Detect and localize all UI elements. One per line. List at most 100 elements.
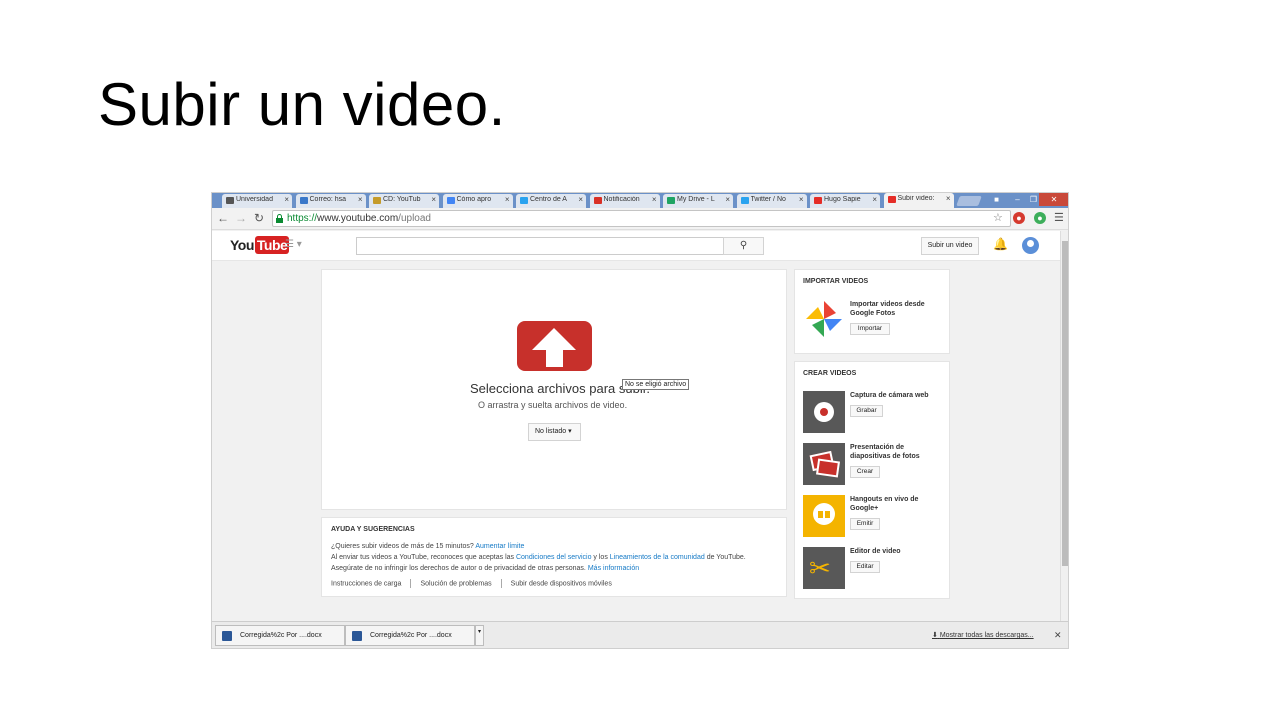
scissors-icon[interactable]: ✂ [803,547,845,589]
tab-close-icon[interactable]: × [358,195,363,204]
url-host: www.youtube.com [317,213,399,224]
tab-strip: Universidad × Correo: hsa × CD: YouTub × Cómo … [212,193,1068,208]
browser-tab[interactable]: Hugo Sapie × [810,194,880,208]
address-bar[interactable]: https://www.youtube.com/upload [272,210,1011,227]
record-button[interactable]: Grabar [850,405,883,417]
google-photos-icon [806,301,842,337]
profile-icon[interactable]: ■ [987,193,1006,206]
youtube-icon [887,196,896,203]
tab-close-icon[interactable]: × [725,195,730,204]
search-button[interactable]: ⚲ [723,237,764,255]
tab-close-icon[interactable]: × [799,195,804,204]
tab-label: My Drive - L [677,196,715,203]
browser-tab[interactable]: Correo: hsa × [295,194,366,208]
browser-tab[interactable]: Cómo apro × [442,194,513,208]
google-icon [446,197,455,204]
caret-down-icon: ▾ [568,428,572,435]
webcam-record-icon[interactable] [803,391,845,433]
import-videos-card: IMPORTAR VIDEOS Importar videos desde Go… [794,269,950,354]
window-close-button[interactable]: ✕ [1039,193,1068,206]
browser-tab[interactable]: Universidad × [222,194,292,208]
help-card: AYUDA Y SUGERENCIAS ¿Quieres subir video… [321,517,787,597]
browser-toolbar: ← → ↻ https://www.youtube.com/upload ☆ ●… [212,208,1068,230]
lock-icon [276,214,283,223]
guide-menu-icon[interactable]: ☰ ▾ [285,239,302,250]
twitter-icon [520,197,528,204]
new-tab-button[interactable] [956,196,982,206]
url-path: /upload [398,213,431,224]
youtube-icon [814,197,822,204]
download-options-icon[interactable]: ▾ [475,625,484,646]
upload-instructions-link[interactable]: Instrucciones de carga [331,580,401,587]
troubleshooting-link[interactable]: Solución de problemas [420,580,491,587]
bookmark-star-icon[interactable]: ☆ [993,211,1003,224]
browser-tab[interactable]: Twitter / No × [736,194,807,208]
terms-link[interactable]: Condiciones del servicio [516,554,591,561]
forward-icon[interactable]: → [234,211,248,225]
import-title: IMPORTAR VIDEOS [803,278,869,285]
search-input[interactable] [356,237,724,255]
youtube-header: You Tube ☰ ▾ ⚲ Subir un video 🔔 [212,231,1060,261]
increase-limit-link[interactable]: Aumentar límite [475,543,524,550]
extension-icon[interactable]: ● [1013,212,1025,224]
create-title: CREAR VIDEOS [803,370,857,377]
scrollbar-thumb[interactable] [1062,241,1068,566]
download-item[interactable]: Corregida%2c Por ....docx ▾ [215,625,354,646]
reload-icon[interactable]: ↻ [252,211,266,225]
youtube-page: You Tube ☰ ▾ ⚲ Subir un video 🔔 Seleccion… [212,231,1060,621]
browser-tab[interactable]: My Drive - L × [663,194,733,208]
tab-close-icon[interactable]: × [946,194,951,203]
mail-icon [299,197,308,204]
more-info-link[interactable]: Más información [588,565,639,572]
avatar[interactable] [1022,237,1039,254]
tab-label: CD: YouTub [383,196,421,203]
back-icon[interactable]: ← [216,211,230,225]
mobile-upload-link[interactable]: Subir desde dispositivos móviles [511,580,612,587]
tab-close-icon[interactable]: × [431,195,436,204]
create-button[interactable]: Crear [850,466,880,478]
help-line: Al enviar tus videos a YouTube, reconoce… [331,554,746,561]
close-downloads-icon[interactable]: ✕ [1054,630,1062,641]
hangouts-icon[interactable] [803,495,845,537]
tab-close-icon[interactable]: × [652,195,657,204]
youtube-logo[interactable]: You Tube [230,236,290,254]
download-item[interactable]: Corregida%2c Por ....docx ▾ [345,625,484,646]
show-all-downloads-link[interactable]: ⬇ Mostrar todas las descargas... [932,631,1034,639]
tab-label: Correo: hsa [309,196,347,203]
drive-icon [667,197,675,204]
eye-icon [226,197,234,204]
notifications-bell-icon[interactable]: 🔔 [993,237,1008,251]
import-button[interactable]: Importar [850,323,890,335]
edit-button[interactable]: Editar [850,561,880,573]
tab-close-icon[interactable]: × [872,195,877,204]
tab-close-icon[interactable]: × [284,195,289,204]
upload-video-button[interactable]: Subir un video [921,237,979,255]
browser-tab[interactable]: CD: YouTub × [369,194,439,208]
create-videos-card: CREAR VIDEOS Captura de cámara web Graba… [794,361,950,599]
broadcast-button[interactable]: Emitir [850,518,880,530]
browser-tab[interactable]: Notificación × [589,194,660,208]
search-icon: ⚲ [739,240,748,251]
vertical-scrollbar[interactable] [1060,231,1068,621]
tab-label: Notificación [603,196,640,203]
word-doc-icon [222,631,232,641]
tab-close-icon[interactable]: × [505,195,510,204]
extension-icon[interactable]: ● [1034,212,1046,224]
browser-window: Universidad × Correo: hsa × CD: YouTub × Cómo … [211,192,1069,649]
privacy-dropdown[interactable]: No listado ▾ [528,423,581,441]
tab-label: Subir video: [897,195,935,202]
create-item-label: Captura de cámara web [850,392,929,399]
upload-arrow-icon[interactable] [517,321,592,371]
guidelines-link[interactable]: Lineamientos de la comunidad [610,554,705,561]
menu-icon[interactable]: ☰ [1054,211,1064,224]
tab-label: Hugo Sapie [824,196,861,203]
slideshow-icon[interactable] [803,443,845,485]
tab-label: Centro de A [530,196,567,203]
create-item-label: Presentación de diapositivas de fotos [850,444,920,460]
create-item-label: Hangouts en vivo de Google+ [850,496,919,512]
browser-tab[interactable]: Subir video: × [883,193,954,208]
browser-tab[interactable]: Centro de A × [516,194,586,208]
slide-title: Subir un video. [98,71,506,138]
tab-label: Cómo apro [456,196,492,203]
tab-close-icon[interactable]: × [578,195,583,204]
